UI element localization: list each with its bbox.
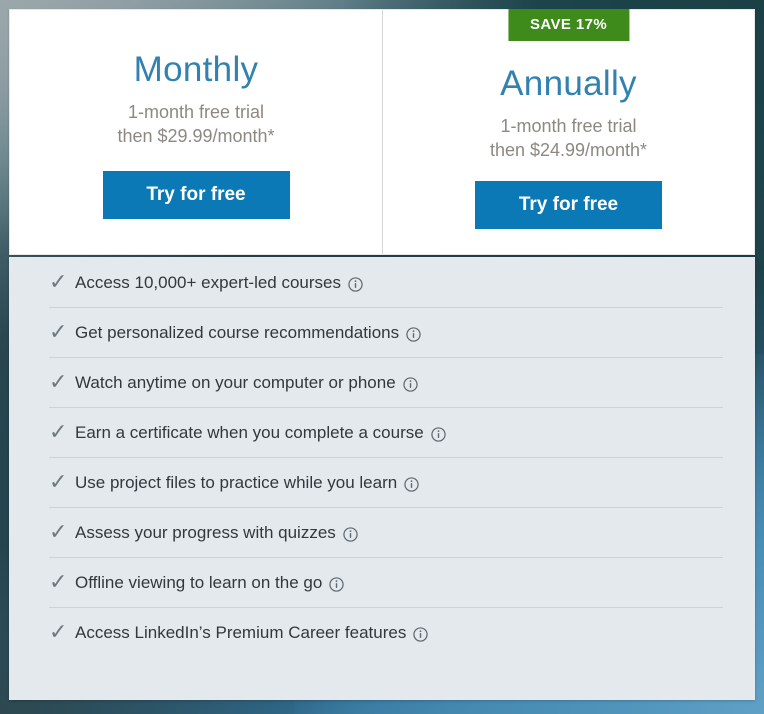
feature-row: ✓ Use project files to practice while you… (9, 457, 755, 507)
feature-label: Watch anytime on your computer or phone (75, 372, 396, 392)
try-for-free-button-annually[interactable]: Try for free (475, 180, 662, 229)
check-icon: ✓ (49, 369, 68, 394)
check-icon: ✓ (49, 519, 68, 544)
plan-price-line-annually: then $24.99/month* (489, 139, 648, 160)
feature-row: ✓ Access LinkedIn’s Premium Career featur… (9, 607, 755, 657)
plan-option-monthly[interactable]: Monthly 1-month free trial then $29.99/m… (10, 10, 382, 254)
check-icon: ✓ (49, 619, 68, 644)
feature-label: Access LinkedIn’s Premium Career feature… (75, 622, 407, 642)
feature-row: ✓ Watch anytime on your computer or phone (9, 357, 755, 407)
plan-selection-card: Monthly 1-month free trial then $29.99/m… (9, 9, 755, 255)
info-icon[interactable] (402, 376, 418, 392)
save-badge: SAVE 17% (507, 9, 630, 41)
check-icon: ✓ (49, 469, 68, 494)
info-icon[interactable] (406, 326, 421, 342)
try-for-free-button-monthly[interactable]: Try for free (102, 170, 290, 219)
feature-row: ✓ Access 10,000+ expert-led courses (9, 257, 755, 307)
info-icon[interactable] (431, 426, 446, 442)
info-icon[interactable] (329, 576, 344, 592)
plan-price-line-monthly: then $29.99/month* (117, 125, 275, 146)
feature-label: Get personalized course recommendations (75, 322, 400, 342)
info-icon[interactable] (343, 526, 358, 542)
feature-row: ✓ Earn a certificate when you complete a … (9, 407, 755, 457)
check-icon: ✓ (49, 569, 68, 594)
feature-label: Access 10,000+ expert-led courses (75, 272, 342, 292)
feature-row: ✓ Get personalized course recommendations (9, 307, 755, 357)
feature-label: Assess your progress with quizzes (75, 522, 336, 542)
features-panel: ✓ Access 10,000+ expert-led courses ✓ Get p… (9, 257, 755, 700)
info-icon[interactable] (348, 276, 363, 292)
feature-row: ✓ Offline viewing to learn on the go (9, 557, 755, 607)
features-list: ✓ Access 10,000+ expert-led courses ✓ Get p… (9, 257, 755, 657)
check-icon: ✓ (49, 419, 68, 444)
check-icon: ✓ (49, 269, 68, 294)
feature-label: Use project files to practice while you … (75, 472, 398, 492)
info-icon[interactable] (404, 476, 419, 492)
plan-title-annually: Annually (500, 64, 637, 103)
pricing-dialog: Monthly 1-month free trial then $29.99/m… (0, 0, 764, 714)
plan-option-annually[interactable]: SAVE 17% Annually 1-month free trial the… (382, 9, 754, 254)
plan-trial-line-annually: 1-month free trial (500, 116, 637, 136)
feature-label: Offline viewing to learn on the go (75, 572, 323, 592)
feature-label: Earn a certificate when you complete a c… (75, 422, 424, 442)
plan-trial-line-monthly: 1-month free trial (127, 102, 265, 122)
info-icon[interactable] (413, 626, 428, 642)
plan-price-monthly: 1-month free trial then $29.99/month* (117, 101, 274, 149)
plan-price-annually: 1-month free trial then $24.99/month* (490, 115, 647, 163)
feature-row: ✓ Assess your progress with quizzes (9, 507, 755, 557)
plan-title-monthly: Monthly (133, 50, 259, 89)
check-icon: ✓ (49, 319, 68, 344)
